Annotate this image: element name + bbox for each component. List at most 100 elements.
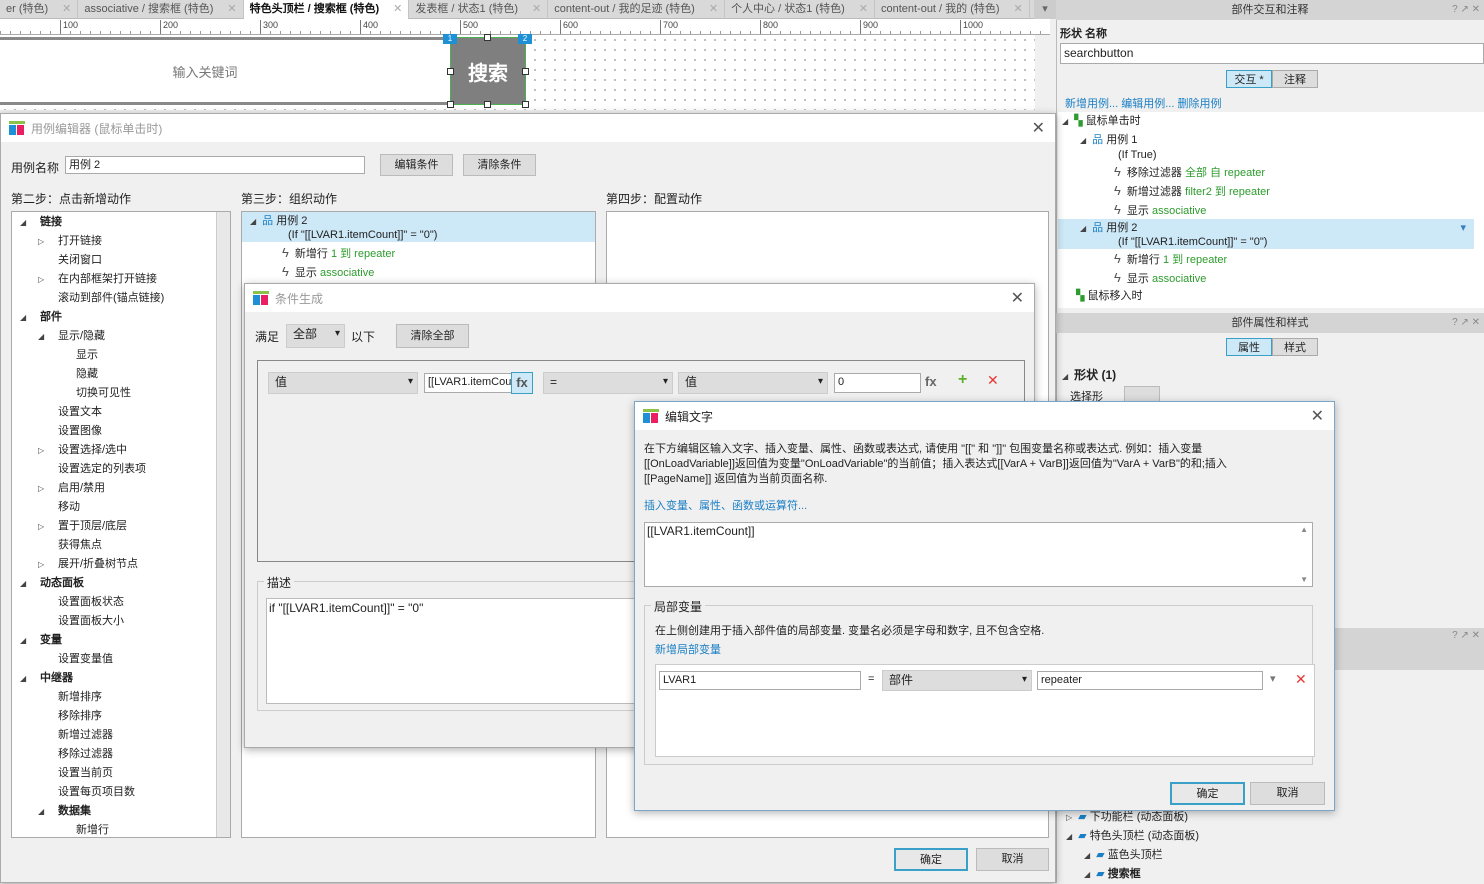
close-icon[interactable]: ✕: [227, 0, 236, 19]
right-value-input[interactable]: 0: [834, 373, 921, 393]
tab-style[interactable]: 样式: [1272, 338, 1318, 356]
variable-target-input[interactable]: repeater: [1037, 671, 1263, 690]
left-value-input[interactable]: [[LVAR1.itemCount]]: [424, 373, 512, 393]
close-icon[interactable]: ✕: [393, 0, 402, 19]
fx-button[interactable]: fx: [925, 374, 937, 389]
close-icon[interactable]: ✕: [1011, 288, 1024, 308]
action-item[interactable]: ▷ 置于顶层/底层: [38, 517, 127, 536]
resize-handle[interactable]: [522, 68, 529, 75]
match-mode-select[interactable]: 全部: [286, 324, 345, 348]
outline-item[interactable]: ◢ ▰ 蓝色头顶栏: [1084, 846, 1163, 865]
close-icon[interactable]: ✕: [709, 0, 718, 19]
cancel-button[interactable]: 取消: [976, 848, 1049, 871]
action-item[interactable]: 隐藏: [56, 365, 98, 384]
action-item[interactable]: ▷ 设置选择/选中: [38, 441, 127, 460]
fx-button[interactable]: fx: [511, 372, 533, 394]
action-item[interactable]: 设置当前页: [38, 764, 113, 783]
edit-condition-button[interactable]: 编辑条件: [380, 154, 453, 176]
expand-toggle-icon[interactable]: ▷: [38, 441, 52, 460]
delete-variable-icon[interactable]: ✕: [1295, 671, 1307, 688]
expand-toggle-icon[interactable]: ◢: [38, 802, 52, 821]
cancel-button[interactable]: 取消: [1250, 782, 1325, 805]
action-item[interactable]: 设置每页项目数: [38, 783, 135, 802]
resize-handle[interactable]: [522, 101, 529, 108]
tab-3[interactable]: 发表框 / 状态1 (特色) ✕: [409, 0, 549, 19]
tabs-overflow-button[interactable]: ▾: [1034, 0, 1056, 19]
clear-condition-button[interactable]: 清除条件: [463, 154, 536, 176]
action-item[interactable]: ◢ 中继器: [20, 669, 73, 688]
action-item[interactable]: ◢ 动态面板: [20, 574, 84, 593]
action-item[interactable]: ϟ 显示 associative: [282, 262, 374, 281]
action-item[interactable]: ϟ 新增行 1 到 repeater: [1114, 249, 1227, 268]
action-item[interactable]: ◢ 变量: [20, 631, 62, 650]
action-item[interactable]: 设置文本: [38, 403, 102, 422]
action-item[interactable]: ϟ 新增过滤器 filter2 到 repeater: [1114, 181, 1270, 200]
expand-toggle-icon[interactable]: ▷: [38, 517, 52, 536]
delete-case-link[interactable]: 删除用例: [1177, 98, 1221, 110]
search-button-widget[interactable]: 搜索: [450, 37, 526, 105]
close-icon[interactable]: ✕: [859, 0, 868, 19]
action-item[interactable]: ϟ 移除过滤器 全部 自 repeater: [1114, 162, 1265, 181]
panel-controls[interactable]: ? ↗ ✕: [1452, 313, 1480, 333]
insert-variable-link[interactable]: 插入变量、属性、函数或运算符...: [644, 497, 807, 513]
action-item[interactable]: 新增行: [56, 821, 109, 837]
action-item[interactable]: ϟ 显示 associative: [1114, 268, 1206, 287]
add-condition-icon[interactable]: +: [958, 371, 967, 389]
text-editor[interactable]: [[LVAR1.itemCount]] ▲ ▼: [644, 522, 1313, 587]
case-name-input[interactable]: 用例 2: [65, 156, 365, 174]
widget-name-input[interactable]: searchbutton: [1060, 43, 1484, 64]
delete-condition-icon[interactable]: ✕: [987, 372, 999, 389]
expand-toggle-icon[interactable]: ▷: [38, 270, 52, 289]
action-item[interactable]: 获得焦点: [38, 536, 102, 555]
event-on-click[interactable]: ◢ ▚ 鼠标单击时: [1062, 112, 1141, 131]
tab-5[interactable]: 个人中心 / 状态1 (特色) ✕: [725, 0, 875, 19]
action-item[interactable]: 新增过滤器: [38, 726, 113, 745]
close-icon[interactable]: ✕: [62, 0, 71, 19]
tab-6[interactable]: content-out / 我的 (特色) ✕: [875, 0, 1030, 19]
variable-type-select[interactable]: 部件: [882, 670, 1032, 691]
tab-0[interactable]: er (特色) ✕: [0, 0, 79, 19]
expand-toggle-icon[interactable]: ◢: [20, 574, 34, 593]
action-item[interactable]: 滚动到部件(锚点链接): [38, 289, 164, 308]
outline-item[interactable]: ◢ ▰ 特色头顶栏 (动态面板): [1066, 827, 1199, 846]
action-item[interactable]: 切换可见性: [56, 384, 131, 403]
close-icon[interactable]: ✕: [1032, 118, 1045, 138]
action-item[interactable]: ▷ 展开/折叠树节点: [38, 555, 138, 574]
scroll-up-icon[interactable]: ▲: [1300, 525, 1308, 534]
action-item[interactable]: 设置面板状态: [38, 593, 124, 612]
action-item[interactable]: 设置图像: [38, 422, 102, 441]
expand-toggle-icon[interactable]: ◢: [20, 669, 34, 688]
expand-toggle-icon[interactable]: ▷: [38, 479, 52, 498]
shape-section-header[interactable]: ◢ 形状 (1): [1062, 366, 1116, 383]
panel-controls[interactable]: ? ↗ ✕: [1452, 630, 1480, 641]
shape-picker[interactable]: [1124, 386, 1160, 402]
left-type-select[interactable]: 值: [268, 372, 418, 394]
tab-1[interactable]: associative / 搜索框 (特色) ✕: [78, 0, 244, 19]
action-item[interactable]: ◢ 显示/隐藏: [38, 327, 105, 346]
operator-select[interactable]: =: [543, 372, 673, 394]
action-item[interactable]: 设置变量值: [38, 650, 113, 669]
tab-2[interactable]: 特色头顶栏 / 搜索框 (特色) ✕: [243, 0, 410, 19]
expand-toggle-icon[interactable]: ◢: [20, 213, 34, 232]
close-icon[interactable]: ✕: [532, 0, 541, 19]
action-item[interactable]: 移除排序: [38, 707, 102, 726]
ok-button[interactable]: 确定: [1170, 782, 1245, 805]
panel-controls[interactable]: ? ↗ ✕: [1452, 0, 1480, 20]
expand-toggle-icon[interactable]: ▷: [38, 232, 52, 251]
expand-toggle-icon[interactable]: ◢: [20, 308, 34, 327]
action-item[interactable]: ◢ 数据集: [38, 802, 91, 821]
action-item[interactable]: 新增排序: [38, 688, 102, 707]
close-icon[interactable]: ✕: [1014, 0, 1023, 19]
action-list-scrollbar[interactable]: [216, 212, 230, 837]
expand-toggle-icon[interactable]: ▷: [38, 555, 52, 574]
expand-toggle-icon[interactable]: ◢: [38, 327, 52, 346]
event-mouse-enter[interactable]: ▚ 鼠标移入时: [1076, 287, 1143, 306]
action-item[interactable]: 移动: [38, 498, 80, 517]
variable-name-input[interactable]: LVAR1: [659, 671, 861, 690]
action-item[interactable]: ▷ 打开链接: [38, 232, 102, 251]
tab-interactions[interactable]: 交互 *: [1226, 70, 1272, 88]
action-item[interactable]: ◢ 部件: [20, 308, 62, 327]
chevron-down-icon[interactable]: ▾: [1460, 219, 1466, 238]
action-item[interactable]: ◢ 链接: [20, 213, 62, 232]
expand-toggle-icon[interactable]: ◢: [20, 631, 34, 650]
